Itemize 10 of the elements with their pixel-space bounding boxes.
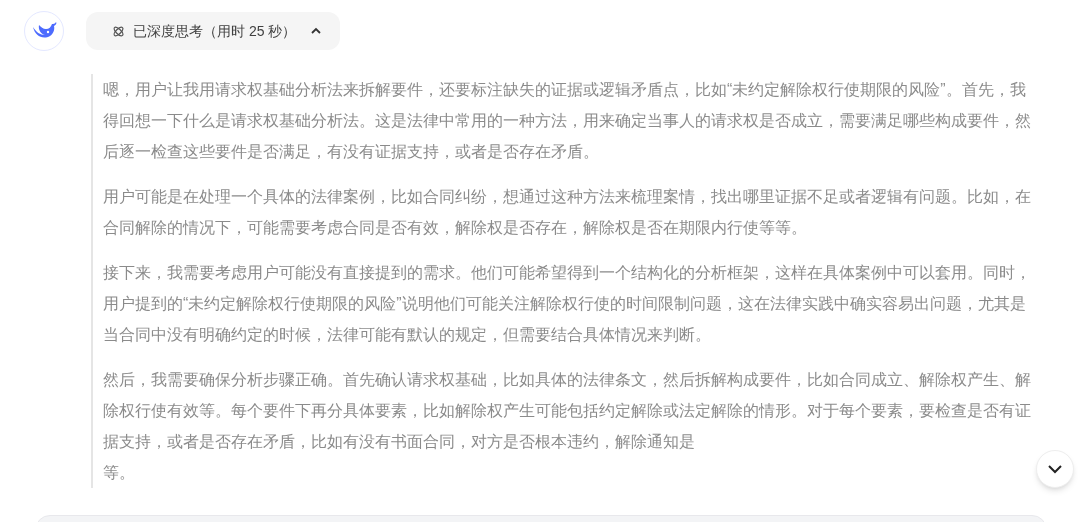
thought-paragraph: 等。	[103, 463, 136, 483]
thinking-toggle[interactable]: 已深度思考（用时 25 秒）	[86, 12, 341, 50]
thought-paragraph: 接下来，我需要考虑用户可能没有直接提到的需求。他们可能希望得到一个结构化的分析框架，这样在具体案例中可以套用。同时，用户提到的“未约定解除权行使期限的风险”说明他们可能关注解除权行使的时间限制问题，这在法律实践中确实容易出问题，尤其是当合同中没有明确约定的时候，法律可能有默认的规定，但需要结合具体情况来判断。	[103, 263, 1032, 345]
thought-paragraph: 然后，我需要确保分析步骤正确。首先确认请求权基础，比如具体的法律条文，然后拆解构成要件，比如合同成立、解除权产生、解除权行使有效等。每个要件下再分具体要素，比如解除权产生可能包括约定解除或法定解除的情形。对于每个要素，要检查是否有证据支持，或者是否存在矛盾，比如有没有书面合同，对方是否根本违约，解除通知是	[103, 370, 1032, 452]
scroll-down-button[interactable]	[1036, 450, 1074, 488]
thought-paragraph: 用户可能是在处理一个具体的法律案例，比如合同纠纷，想通过这种方法来梳理案情，找出哪里证据不足或者逻辑有问题。比如，在合同解除的情况下，可能需要考虑合同是否有效，解除权是否存在，解除权是否在期限内行使等等。	[103, 187, 1032, 238]
thought-paragraph: 嗯，用户让我用请求权基础分析法来拆解要件，还要标注缺失的证据或逻辑矛盾点，比如“未约定解除权行使期限的风险”。首先，我得回想一下什么是请求权基础分析法。这是法律中常用的一种方法，用来确定当事人的请求权是否成立，需要满足哪些构成要件，然后逐一检查这些要件是否满足，有没有证据支持，或者是否存在矛盾。	[103, 80, 1032, 162]
atom-icon	[112, 24, 125, 38]
whale-logo-icon	[31, 21, 57, 41]
chevron-down-icon	[1047, 464, 1063, 474]
